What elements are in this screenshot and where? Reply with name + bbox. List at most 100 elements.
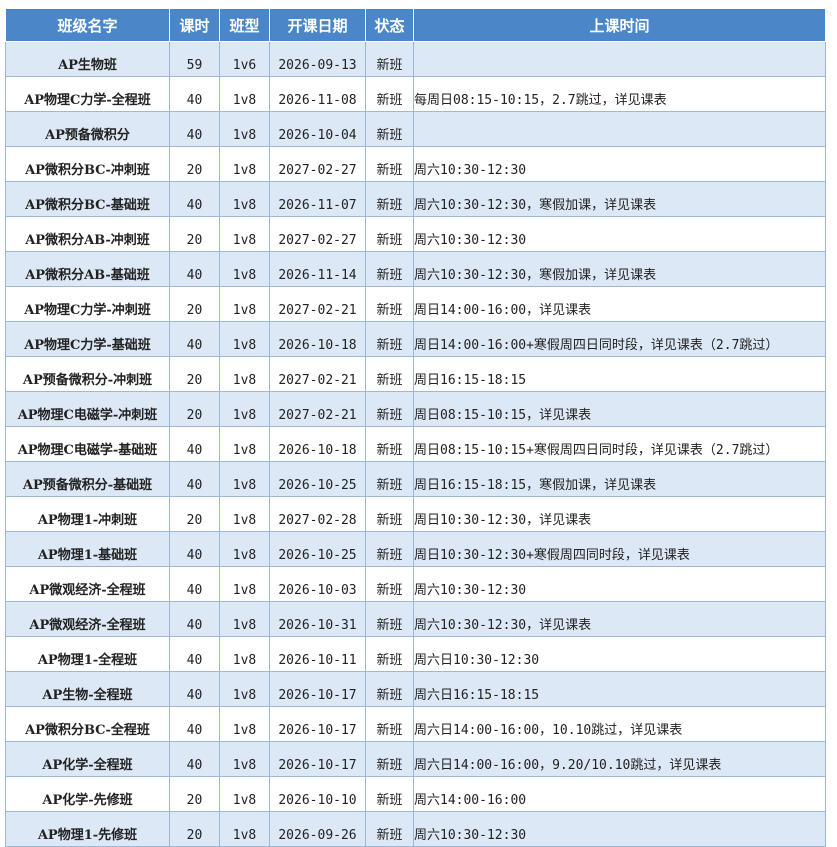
cell-class-time bbox=[413, 41, 826, 77]
cell-class-name: AP微积分AB-基础班 bbox=[5, 251, 170, 287]
cell-start-date: 2026-10-18 bbox=[269, 426, 366, 462]
cell-class-name: AP生物班 bbox=[5, 41, 170, 77]
cell-hours: 20 bbox=[169, 356, 220, 392]
cell-class-type: 1v6 bbox=[219, 41, 270, 77]
table-row: AP微积分BC-全程班 40 1v8 2026-10-17 新班 周六日14:00-16:… bbox=[5, 706, 826, 742]
cell-class-time: 周日16:15-18:15，寒假加课，详见课表 bbox=[413, 461, 826, 497]
cell-hours: 40 bbox=[169, 531, 220, 567]
cell-class-name: AP微观经济-全程班 bbox=[5, 566, 170, 602]
table-row: AP化学-先修班 20 1v8 2026-10-10 新班 周六14:00-16:00 bbox=[5, 776, 826, 812]
cell-status: 新班 bbox=[365, 671, 414, 707]
cell-class-type: 1v8 bbox=[219, 181, 270, 217]
cell-class-time: 周六10:30-12:30 bbox=[413, 146, 826, 182]
cell-class-type: 1v8 bbox=[219, 811, 270, 847]
table-row: AP微积分BC-基础班 40 1v8 2026-11-07 新班 周六10:30-12:3… bbox=[5, 181, 826, 217]
cell-status: 新班 bbox=[365, 776, 414, 812]
cell-status: 新班 bbox=[365, 41, 414, 77]
cell-class-time: 周六日14:00-16:00，9.20/10.10跳过，详见课表 bbox=[413, 741, 826, 777]
cell-class-time: 周日10:30-12:30，详见课表 bbox=[413, 496, 826, 532]
cell-status: 新班 bbox=[365, 531, 414, 567]
cell-class-name: AP预备微积分 bbox=[5, 111, 170, 147]
cell-status: 新班 bbox=[365, 566, 414, 602]
cell-status: 新班 bbox=[365, 286, 414, 322]
cell-status: 新班 bbox=[365, 426, 414, 462]
cell-class-time: 周六日16:15-18:15 bbox=[413, 671, 826, 707]
cell-class-time: 每周日08:15-10:15，2.7跳过，详见课表 bbox=[413, 76, 826, 112]
cell-class-time: 周日14:00-16:00，详见课表 bbox=[413, 286, 826, 322]
cell-start-date: 2026-10-04 bbox=[269, 111, 366, 147]
cell-hours: 40 bbox=[169, 111, 220, 147]
header-class-time: 上课时间 bbox=[413, 8, 826, 42]
cell-hours: 40 bbox=[169, 566, 220, 602]
cell-start-date: 2026-11-08 bbox=[269, 76, 366, 112]
table-row: AP生物班 59 1v6 2026-09-13 新班 bbox=[5, 41, 826, 77]
cell-class-time: 周六10:30-12:30，寒假加课，详见课表 bbox=[413, 251, 826, 287]
table-row: AP物理C力学-全程班 40 1v8 2026-11-08 新班 每周日08:15-10:… bbox=[5, 76, 826, 112]
table-row: AP微观经济-全程班 40 1v8 2026-10-31 新班 周六10:30-12:30… bbox=[5, 601, 826, 637]
table-row: AP预备微积分 40 1v8 2026-10-04 新班 bbox=[5, 111, 826, 147]
table-row: AP生物-全程班 40 1v8 2026-10-17 新班 周六日16:15-18:15 bbox=[5, 671, 826, 707]
cell-class-name: AP微观经济-全程班 bbox=[5, 601, 170, 637]
cell-class-type: 1v8 bbox=[219, 776, 270, 812]
cell-class-time: 周日08:15-10:15，详见课表 bbox=[413, 391, 826, 427]
cell-status: 新班 bbox=[365, 636, 414, 672]
cell-hours: 40 bbox=[169, 741, 220, 777]
cell-class-time: 周六10:30-12:30，详见课表 bbox=[413, 601, 826, 637]
cell-start-date: 2027-02-28 bbox=[269, 496, 366, 532]
cell-status: 新班 bbox=[365, 391, 414, 427]
cell-class-name: AP化学-先修班 bbox=[5, 776, 170, 812]
cell-class-type: 1v8 bbox=[219, 76, 270, 112]
cell-status: 新班 bbox=[365, 356, 414, 392]
cell-class-name: AP物理C电磁学-冲刺班 bbox=[5, 391, 170, 427]
header-class-name: 班级名字 bbox=[5, 8, 170, 42]
cell-class-name: AP微积分BC-全程班 bbox=[5, 706, 170, 742]
cell-class-name: AP生物-全程班 bbox=[5, 671, 170, 707]
cell-status: 新班 bbox=[365, 811, 414, 847]
cell-status: 新班 bbox=[365, 76, 414, 112]
header-start-date: 开课日期 bbox=[269, 8, 366, 42]
header-hours: 课时 bbox=[169, 8, 220, 42]
table-row: AP物理C力学-冲刺班 20 1v8 2027-02-21 新班 周日14:00-16:0… bbox=[5, 286, 826, 322]
cell-hours: 40 bbox=[169, 426, 220, 462]
cell-hours: 40 bbox=[169, 706, 220, 742]
cell-hours: 20 bbox=[169, 776, 220, 812]
cell-class-type: 1v8 bbox=[219, 531, 270, 567]
table-row: AP化学-全程班 40 1v8 2026-10-17 新班 周六日14:00-16:00，… bbox=[5, 741, 826, 777]
cell-hours: 40 bbox=[169, 181, 220, 217]
table-row: AP物理1-基础班 40 1v8 2026-10-25 新班 周日10:30-12:30+… bbox=[5, 531, 826, 567]
cell-class-time bbox=[413, 111, 826, 147]
cell-class-time: 周六日14:00-16:00，10.10跳过，详见课表 bbox=[413, 706, 826, 742]
cell-class-name: AP预备微积分-冲刺班 bbox=[5, 356, 170, 392]
cell-class-type: 1v8 bbox=[219, 356, 270, 392]
table-row: AP物理C力学-基础班 40 1v8 2026-10-18 新班 周日14:00-16:0… bbox=[5, 321, 826, 357]
cell-status: 新班 bbox=[365, 251, 414, 287]
cell-class-name: AP微积分BC-冲刺班 bbox=[5, 146, 170, 182]
table-row: AP微观经济-全程班 40 1v8 2026-10-03 新班 周六10:30-12:30 bbox=[5, 566, 826, 602]
cell-start-date: 2026-10-31 bbox=[269, 601, 366, 637]
table-row: AP物理1-冲刺班 20 1v8 2027-02-28 新班 周日10:30-12:30，… bbox=[5, 496, 826, 532]
cell-start-date: 2026-11-14 bbox=[269, 251, 366, 287]
cell-start-date: 2026-10-18 bbox=[269, 321, 366, 357]
cell-class-type: 1v8 bbox=[219, 566, 270, 602]
cell-class-name: AP物理1-冲刺班 bbox=[5, 496, 170, 532]
table-row: AP物理C电磁学-冲刺班 20 1v8 2027-02-21 新班 周日08:15-10:… bbox=[5, 391, 826, 427]
cell-class-type: 1v8 bbox=[219, 741, 270, 777]
cell-class-name: AP物理1-基础班 bbox=[5, 531, 170, 567]
cell-hours: 40 bbox=[169, 636, 220, 672]
cell-class-type: 1v8 bbox=[219, 321, 270, 357]
cell-class-time: 周六14:00-16:00 bbox=[413, 776, 826, 812]
cell-start-date: 2026-10-11 bbox=[269, 636, 366, 672]
cell-start-date: 2026-09-13 bbox=[269, 41, 366, 77]
cell-start-date: 2026-10-25 bbox=[269, 461, 366, 497]
cell-status: 新班 bbox=[365, 706, 414, 742]
cell-start-date: 2027-02-21 bbox=[269, 356, 366, 392]
cell-class-type: 1v8 bbox=[219, 216, 270, 252]
header-status: 状态 bbox=[365, 8, 414, 42]
cell-hours: 40 bbox=[169, 76, 220, 112]
cell-class-name: AP预备微积分-基础班 bbox=[5, 461, 170, 497]
cell-class-type: 1v8 bbox=[219, 286, 270, 322]
cell-class-type: 1v8 bbox=[219, 111, 270, 147]
table-row: AP物理1-先修班 20 1v8 2026-09-26 新班 周六10:30-12:30 bbox=[5, 811, 826, 847]
cell-start-date: 2026-10-17 bbox=[269, 706, 366, 742]
header-class-type: 班型 bbox=[219, 8, 270, 42]
